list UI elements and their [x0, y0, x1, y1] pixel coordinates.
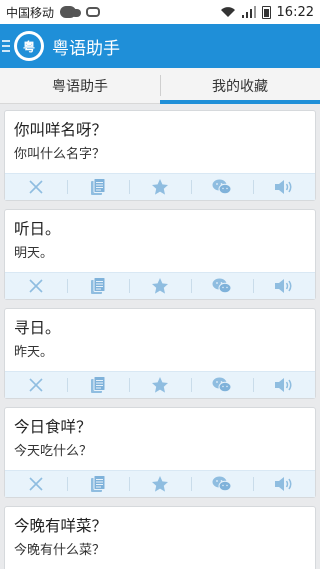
- phrase-card: 寻日。 昨天。: [4, 308, 316, 399]
- signal-icon: [241, 6, 256, 18]
- phrase-card: 今晚有咩菜？ 今晚有什么菜？: [4, 506, 316, 569]
- delete-icon: [29, 279, 43, 293]
- phrase-cantonese: 今日食咩？: [14, 418, 92, 436]
- drawer-menu-icon[interactable]: [2, 40, 10, 52]
- copy-icon: [91, 178, 106, 195]
- phrase-card-body[interactable]: 寻日。 昨天。: [5, 309, 315, 371]
- favorite-button[interactable]: [129, 273, 191, 299]
- favorite-button[interactable]: [129, 471, 191, 497]
- phrase-actions: [5, 470, 315, 497]
- star-icon: [152, 476, 168, 492]
- star-icon: [152, 278, 168, 294]
- copy-icon: [91, 475, 106, 492]
- phrase-cantonese: 今晚有咩菜？: [14, 517, 108, 535]
- phrase-mandarin: 明天。: [14, 246, 54, 261]
- delete-icon: [29, 180, 43, 194]
- app-logo[interactable]: 粤: [14, 31, 44, 61]
- copy-button[interactable]: [67, 273, 129, 299]
- status-clock: 16:22: [276, 4, 314, 20]
- phrase-actions: [5, 272, 315, 299]
- battery-icon: [261, 5, 271, 19]
- delete-button[interactable]: [5, 174, 67, 200]
- wechat-share-icon: [212, 278, 232, 294]
- copy-button[interactable]: [67, 372, 129, 398]
- app-title: 粤语助手: [52, 38, 120, 59]
- wechat-share-icon: [212, 179, 232, 195]
- delete-icon: [29, 378, 43, 392]
- speak-button[interactable]: [253, 372, 315, 398]
- wechat-share-button[interactable]: [191, 372, 253, 398]
- phrase-cantonese: 你叫咩名呀？: [14, 121, 108, 139]
- phrase-cantonese: 寻日。: [14, 319, 61, 337]
- copy-icon: [91, 376, 106, 393]
- favorite-button[interactable]: [129, 174, 191, 200]
- status-bar: 中国移动 16:22: [0, 0, 320, 24]
- phrase-card: 听日。 明天。: [4, 209, 316, 300]
- phrase-mandarin: 今天吃什么？: [14, 444, 93, 459]
- star-icon: [152, 377, 168, 393]
- phrase-actions: [5, 173, 315, 200]
- tab-my-favorites[interactable]: 我的收藏: [160, 68, 320, 104]
- speak-button[interactable]: [253, 273, 315, 299]
- phrase-actions: [5, 371, 315, 398]
- speak-button[interactable]: [253, 174, 315, 200]
- carrier-name: 中国移动: [6, 5, 55, 20]
- phrase-mandarin: 今晚有什么菜？: [14, 543, 106, 558]
- phrase-card-body[interactable]: 听日。 明天。: [5, 210, 315, 272]
- phrase-card-body[interactable]: 今日食咩？ 今天吃什么？: [5, 408, 315, 470]
- phrase-mandarin: 你叫什么名字？: [14, 147, 106, 162]
- copy-icon: [91, 277, 106, 294]
- favorite-button[interactable]: [129, 372, 191, 398]
- star-icon: [152, 179, 168, 195]
- speak-button[interactable]: [253, 471, 315, 497]
- wechat-share-button[interactable]: [191, 273, 253, 299]
- wechat-share-button[interactable]: [191, 471, 253, 497]
- phrase-card-body[interactable]: 今晚有咩菜？ 今晚有什么菜？: [5, 507, 315, 569]
- wechat-notification-icon: [60, 6, 82, 18]
- delete-button[interactable]: [5, 372, 67, 398]
- copy-button[interactable]: [67, 174, 129, 200]
- favorites-list: 你叫咩名呀？ 你叫什么名字？ 听日。 明天。 寻日。 昨天。 今日食咩？ 今天吃…: [0, 104, 320, 569]
- phrase-mandarin: 昨天。: [14, 345, 54, 360]
- wechat-share-button[interactable]: [191, 174, 253, 200]
- speaker-icon: [275, 180, 292, 194]
- speaker-icon: [275, 279, 292, 293]
- phrase-card: 今日食咩？ 今天吃什么？: [4, 407, 316, 498]
- phrase-cantonese: 听日。: [14, 220, 61, 238]
- tab-cantonese-assistant[interactable]: 粤语助手: [0, 68, 160, 103]
- wechat-share-icon: [212, 377, 232, 393]
- speaker-icon: [275, 378, 292, 392]
- tab-bar: 粤语助手 我的收藏: [0, 68, 320, 104]
- delete-button[interactable]: [5, 273, 67, 299]
- notification-icon: [86, 7, 101, 17]
- speaker-icon: [275, 477, 292, 491]
- phrase-card: 你叫咩名呀？ 你叫什么名字？: [4, 110, 316, 201]
- app-bar: 粤 粤语助手: [0, 24, 320, 68]
- delete-icon: [29, 477, 43, 491]
- app-logo-char: 粤: [17, 34, 41, 58]
- delete-button[interactable]: [5, 471, 67, 497]
- copy-button[interactable]: [67, 471, 129, 497]
- wechat-share-icon: [212, 476, 232, 492]
- phrase-card-body[interactable]: 你叫咩名呀？ 你叫什么名字？: [5, 111, 315, 173]
- wifi-icon: [220, 7, 235, 17]
